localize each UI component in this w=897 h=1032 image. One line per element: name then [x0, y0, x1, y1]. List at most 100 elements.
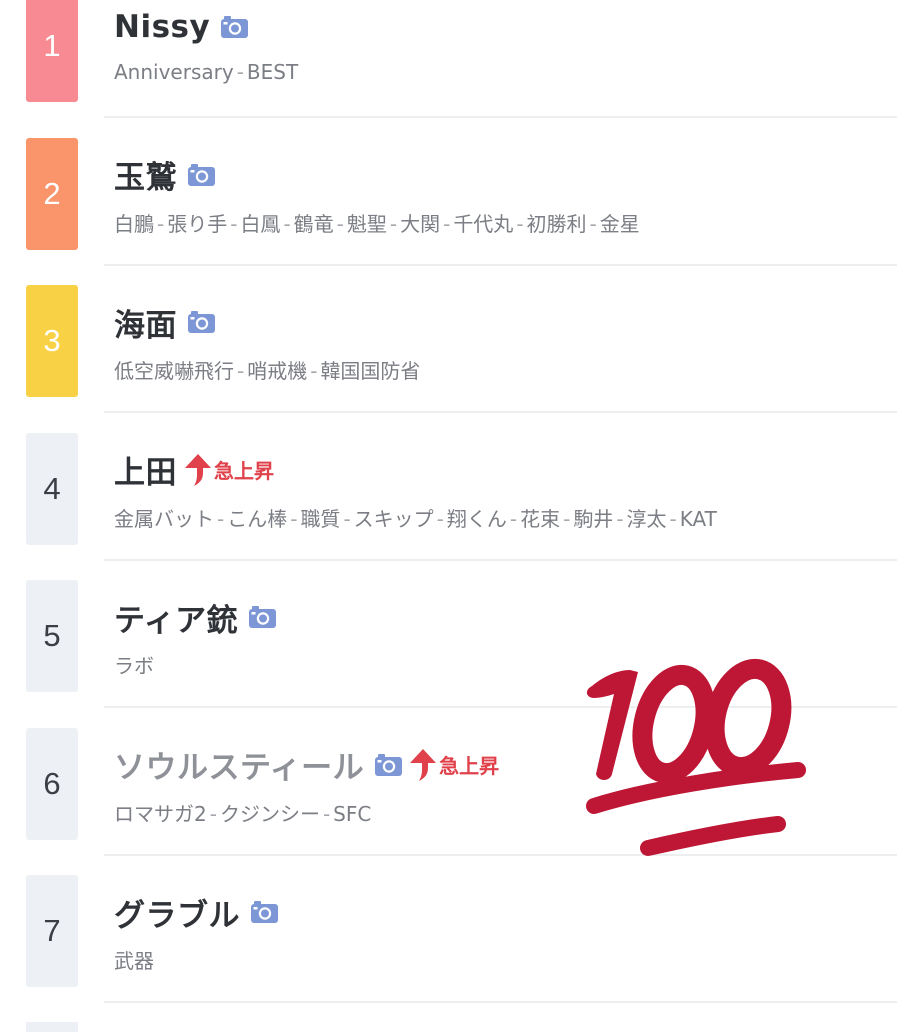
trend-ranking-list: 1 Nissy Anniversary - BEST 2 玉鷲 白鵬 - 張り手…: [0, 0, 897, 1023]
ranking-row-3[interactable]: 3 海面 低空威嚇飛行 - 哨戒機 - 韓国国防省: [0, 285, 897, 433]
tag-separator: -: [230, 211, 238, 236]
camera-icon[interactable]: [375, 753, 403, 776]
tag[interactable]: 武器: [114, 949, 154, 973]
rank-badge: 1: [26, 0, 78, 102]
rank-badge: 7: [26, 875, 78, 987]
rank-badge: 2: [26, 137, 78, 250]
tag[interactable]: 初勝利: [527, 212, 587, 236]
rank-badge: 6: [26, 727, 78, 840]
tag[interactable]: 駒井: [573, 507, 613, 531]
tag-separator: -: [283, 211, 291, 236]
rank-badge: 3: [26, 285, 78, 397]
divider: [104, 116, 897, 118]
tag[interactable]: Anniversary: [114, 60, 234, 84]
tag-separator: -: [237, 359, 245, 383]
trend-title[interactable]: 海面: [114, 300, 177, 345]
tag-separator: -: [209, 801, 217, 826]
camera-icon[interactable]: [251, 901, 278, 923]
ranking-row-7[interactable]: 7 グラブル 武器: [0, 875, 897, 1023]
tag[interactable]: ロマサガ2: [114, 802, 207, 826]
camera-icon[interactable]: [188, 311, 215, 333]
tag[interactable]: 鶴竜: [294, 212, 334, 236]
tag[interactable]: 白鳳: [240, 212, 280, 236]
tag-separator: -: [616, 506, 624, 531]
related-tags: Anniversary - BEST: [114, 60, 298, 84]
camera-icon[interactable]: [188, 163, 215, 186]
trend-title[interactable]: グラブル: [114, 890, 240, 935]
ranking-row-4[interactable]: 4 上田 急上昇 金属バット - こん棒 - 職質 - スキップ - 翔くん - 花束 - 駒井 - 淳太 -…: [0, 432, 897, 581]
title-line: 玉鷲: [114, 150, 215, 200]
related-tags: ロマサガ2- クジンシー - SFC: [114, 798, 371, 827]
tag-separator: -: [157, 211, 165, 236]
tag[interactable]: 白鵬: [114, 212, 154, 236]
related-tags: 金属バット - こん棒 - 職質 - スキップ - 翔くん - 花束 - 駒井 - 淳太 - KAT: [114, 503, 717, 532]
divider: [104, 263, 897, 266]
related-tags: ラボ: [114, 650, 154, 679]
surge-label: 急上昇: [214, 459, 274, 483]
camera-icon[interactable]: [221, 16, 249, 38]
tag-separator: -: [217, 506, 225, 531]
up-arrow-icon: [185, 453, 211, 486]
trend-title[interactable]: Nissy: [114, 9, 210, 45]
surge-label: 急上昇: [439, 754, 500, 778]
ranking-row-1[interactable]: 1 Nissy Anniversary - BEST: [0, 0, 897, 138]
tag-separator: -: [436, 506, 444, 531]
title-line: 上田 急上昇: [114, 445, 274, 495]
tag[interactable]: SFC: [333, 802, 371, 826]
title-line: ティア銃: [114, 592, 277, 642]
tag[interactable]: クジンシー: [220, 802, 320, 826]
tag-separator: -: [310, 359, 318, 383]
tag[interactable]: BEST: [247, 60, 298, 84]
tag-separator: -: [290, 506, 298, 531]
title-line: グラブル: [114, 887, 278, 937]
related-tags: 低空威嚇飛行 - 哨戒機 - 韓国国防省: [114, 355, 420, 384]
tag-separator: -: [669, 506, 677, 531]
tag-separator: -: [563, 506, 571, 531]
tag-separator: -: [236, 60, 244, 84]
divider: [104, 558, 897, 561]
tag[interactable]: 淳太: [627, 507, 667, 531]
tag[interactable]: スキップ: [354, 507, 434, 531]
tag-separator: -: [343, 506, 351, 531]
tag[interactable]: KAT: [680, 507, 717, 531]
ranking-row-2[interactable]: 2 玉鷲 白鵬 - 張り手 - 白鳳 - 鶴竜 - 魁聖 - 大関 - 千代丸 - 初勝利 - 金星: [0, 137, 897, 286]
trend-title[interactable]: 上田: [114, 447, 177, 492]
tag[interactable]: 哨戒機: [247, 359, 307, 383]
tag-separator: -: [443, 211, 451, 236]
tag-separator: -: [322, 801, 331, 826]
divider: [104, 1001, 897, 1003]
tag-separator: -: [389, 211, 398, 236]
related-tags: 白鵬 - 張り手 - 白鳳 - 鶴竜 - 魁聖 - 大関 - 千代丸 - 初勝利 - 金星: [114, 208, 640, 237]
surge-badge: 急上昇: [185, 453, 274, 486]
tag[interactable]: 魁聖: [347, 212, 387, 236]
tag-separator: -: [589, 211, 597, 236]
trend-title[interactable]: 玉鷲: [114, 152, 177, 197]
tag[interactable]: 金星: [600, 212, 640, 236]
tag[interactable]: 大関: [400, 212, 440, 236]
tag[interactable]: 花束: [520, 507, 560, 531]
rank-badge: 5: [26, 580, 78, 692]
tag[interactable]: 職質: [300, 507, 340, 531]
hundred-points-icon: [586, 658, 806, 856]
tag[interactable]: 翔くん: [447, 507, 507, 531]
tag[interactable]: 金属バット: [114, 507, 214, 531]
tag[interactable]: 張り手: [167, 212, 227, 236]
trend-title[interactable]: ソウルスティール: [114, 742, 364, 787]
tag-separator: -: [509, 506, 518, 531]
title-line: Nissy: [114, 2, 249, 52]
rank-badge: 4: [26, 432, 78, 545]
tag[interactable]: ラボ: [114, 654, 154, 678]
title-line: 海面: [114, 297, 215, 347]
up-arrow-icon: [410, 748, 437, 781]
tag[interactable]: こん棒: [227, 507, 287, 531]
tag-separator: -: [336, 211, 344, 236]
tag[interactable]: 低空威嚇飛行: [114, 359, 234, 383]
tag[interactable]: 韓国国防省: [320, 359, 420, 383]
title-line: ソウルスティール 急上昇: [114, 740, 499, 790]
trend-title[interactable]: ティア銃: [114, 595, 238, 640]
tag-separator: -: [516, 211, 524, 236]
camera-icon[interactable]: [249, 606, 277, 628]
tag[interactable]: 千代丸: [453, 212, 513, 236]
surge-badge: 急上昇: [410, 748, 500, 781]
divider: [104, 411, 897, 413]
